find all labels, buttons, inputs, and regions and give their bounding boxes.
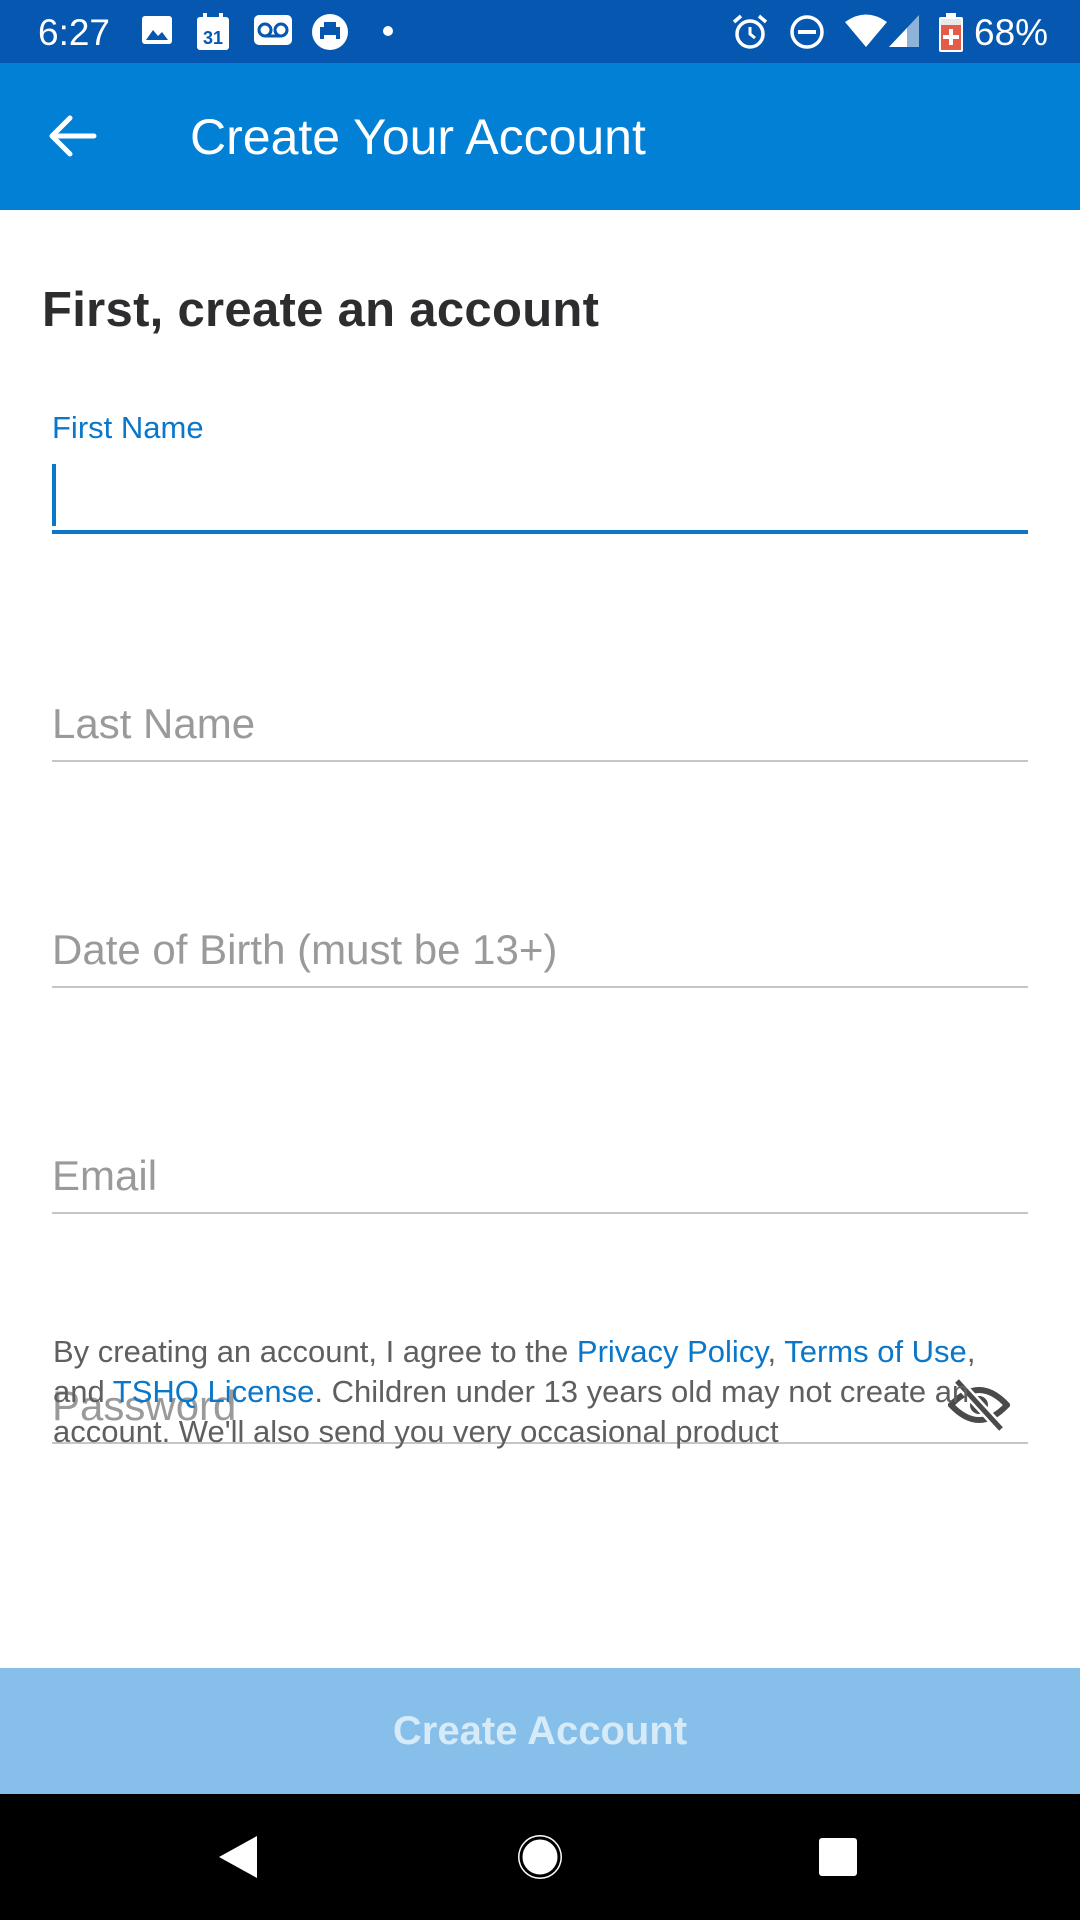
- system-nav-bar: [0, 1794, 1080, 1920]
- email-underline: [52, 1212, 1028, 1214]
- battery-icon: [939, 13, 963, 52]
- status-bar: 6:27 31 68%: [0, 0, 1080, 63]
- back-button[interactable]: [30, 103, 116, 169]
- create-account-button[interactable]: Create Account: [0, 1668, 1080, 1794]
- nav-recents-button[interactable]: [803, 1822, 873, 1892]
- last-name-field: [52, 680, 1028, 772]
- tshq-license-link[interactable]: TSHQ License: [113, 1374, 315, 1409]
- nav-home-button[interactable]: [505, 1822, 575, 1892]
- voicemail-icon: [254, 15, 292, 45]
- legal-sep-1: ,: [767, 1334, 785, 1369]
- email-field: [52, 1132, 1028, 1224]
- first-name-input[interactable]: [52, 464, 1028, 526]
- battery-percent: 68%: [974, 12, 1049, 53]
- arrow-back-icon: [49, 115, 97, 157]
- alarm-icon: [732, 14, 768, 49]
- page-title: Create Your Account: [190, 109, 646, 165]
- nav-back-button[interactable]: [205, 1822, 275, 1892]
- app-bar: Create Your Account: [0, 63, 1080, 210]
- dob-field: [52, 906, 1028, 998]
- dot-icon: [383, 26, 393, 36]
- image-icon: [142, 16, 172, 44]
- first-name-field: First Name: [52, 410, 1028, 534]
- terms-of-use-link[interactable]: Terms of Use: [784, 1334, 967, 1369]
- back-triangle-icon: [219, 1836, 257, 1878]
- last-name-input[interactable]: [52, 694, 1028, 754]
- do-not-disturb-icon: [790, 15, 824, 49]
- legal-notice: By creating an account, I agree to the P…: [53, 1332, 1013, 1452]
- status-time: 6:27: [38, 12, 111, 53]
- first-name-underline: [52, 530, 1028, 534]
- privacy-policy-link[interactable]: Privacy Policy: [577, 1334, 768, 1369]
- printer-icon: [312, 14, 348, 50]
- wifi-icon: [845, 14, 887, 47]
- last-name-underline: [52, 760, 1028, 762]
- home-circle-icon: [518, 1835, 562, 1879]
- dob-underline: [52, 986, 1028, 988]
- recents-square-icon: [819, 1838, 857, 1876]
- form-heading: First, create an account: [42, 283, 600, 337]
- legal-text-1: By creating an account, I agree to the: [53, 1334, 577, 1369]
- dob-input[interactable]: [52, 920, 1028, 980]
- first-name-label: First Name: [52, 410, 204, 445]
- calendar-day: 31: [203, 28, 223, 48]
- cellular-signal-icon: [889, 15, 919, 47]
- calendar-icon: 31: [197, 13, 229, 50]
- email-input[interactable]: [52, 1146, 1028, 1206]
